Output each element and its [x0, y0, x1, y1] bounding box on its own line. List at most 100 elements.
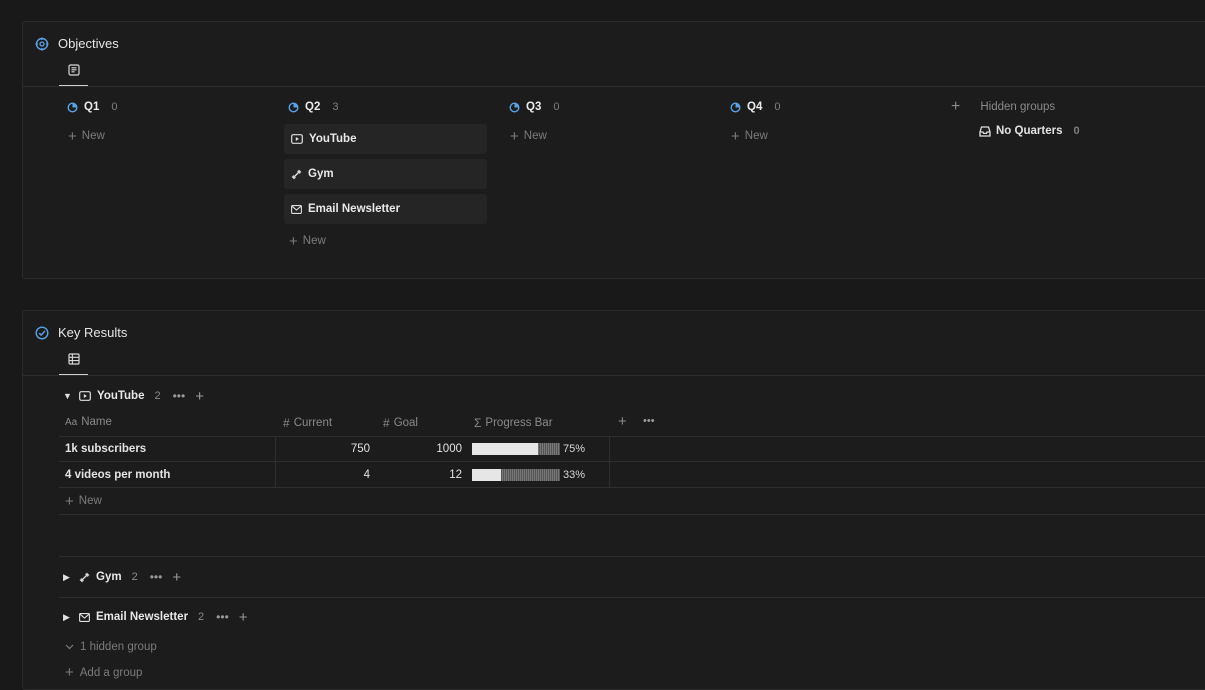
board-column-q4: Q4 0 + New: [730, 98, 780, 145]
more-options-icon[interactable]: •••: [643, 415, 655, 427]
card-label: Email Newsletter: [308, 203, 401, 215]
column-header-goal[interactable]: # Goal: [383, 416, 418, 430]
column-title: Q4: [747, 101, 763, 113]
cell-current[interactable]: 750: [276, 436, 374, 461]
column-header-current[interactable]: # Current: [283, 416, 332, 430]
check-circle-icon: [35, 325, 49, 340]
column-count: 3: [332, 101, 339, 113]
column-header-q3[interactable]: Q3 0: [509, 98, 559, 116]
group-header-gym: ▶ Gym 2 ••• +: [63, 568, 181, 586]
new-card-button[interactable]: + New: [289, 232, 487, 250]
plus-icon: +: [510, 127, 519, 145]
card-list: YouTube Gym Email Newsletter: [284, 124, 487, 224]
board-column-q1: Q1 0 + New: [67, 98, 117, 145]
expand-toggle[interactable]: ▶: [63, 612, 73, 623]
number-property-icon: #: [283, 416, 290, 430]
objective-card-gym[interactable]: Gym: [284, 159, 487, 189]
cell-name[interactable]: 4 videos per month: [65, 462, 276, 487]
key-results-panel: Key Results ▼ YouTube 2 ••• + Aa Name # …: [22, 310, 1205, 690]
progress-percent: 33%: [563, 468, 586, 481]
column-header-q4[interactable]: Q4 0: [730, 98, 780, 116]
text-property-icon: Aa: [65, 416, 78, 428]
progress-bar: [472, 468, 560, 481]
cell-goal[interactable]: 1000: [374, 436, 464, 461]
progress-bar-fill: [472, 442, 538, 455]
objectives-divider: [23, 86, 1205, 87]
cell-progress[interactable]: 33%: [472, 462, 610, 487]
hidden-groups-header: + Hidden groups: [951, 98, 1080, 116]
collapse-toggle[interactable]: ▼: [63, 391, 73, 401]
objective-card-youtube[interactable]: YouTube: [284, 124, 487, 154]
add-row-button[interactable]: +: [172, 570, 181, 585]
objectives-title[interactable]: Objectives: [58, 36, 119, 51]
cell-progress[interactable]: 75%: [472, 436, 610, 461]
column-title: Q1: [84, 101, 100, 113]
table-view-icon: [67, 353, 80, 365]
column-header-progress[interactable]: Σ Progress Bar: [474, 416, 553, 430]
group-count: 2: [198, 611, 205, 623]
group-divider: [59, 514, 1205, 515]
new-card-button[interactable]: + New: [68, 127, 117, 145]
group-divider: [59, 597, 1205, 598]
board-column-q3: Q3 0 + New: [509, 98, 559, 145]
more-options-icon[interactable]: •••: [216, 610, 229, 624]
group-header-youtube: ▼ YouTube 2 ••• +: [63, 387, 204, 405]
target-icon: [35, 37, 49, 51]
new-label: New: [81, 130, 105, 142]
hidden-groups-column: + Hidden groups No Quarters 0: [951, 98, 1080, 138]
key-results-title[interactable]: Key Results: [58, 325, 127, 340]
new-label: New: [744, 130, 768, 142]
group-label[interactable]: Gym: [96, 571, 122, 583]
more-options-icon[interactable]: •••: [173, 389, 186, 403]
more-options-icon[interactable]: •••: [150, 570, 163, 584]
group-label[interactable]: Email Newsletter: [96, 611, 188, 623]
new-label: New: [523, 130, 547, 142]
hidden-group-label: No Quarters: [996, 125, 1063, 137]
play-icon: [79, 391, 91, 401]
quarter-icon: [509, 101, 520, 113]
add-property-button[interactable]: +: [618, 414, 627, 429]
board-view-tab[interactable]: [59, 64, 88, 87]
expand-toggle[interactable]: ▶: [63, 572, 73, 583]
column-header-q2[interactable]: Q2 3: [288, 98, 487, 116]
column-header-q1[interactable]: Q1 0: [67, 98, 117, 116]
add-row-button[interactable]: +: [239, 610, 248, 625]
dumbbell-icon: [291, 169, 302, 180]
objective-card-email-newsletter[interactable]: Email Newsletter: [284, 194, 487, 224]
cell-name[interactable]: 1k subscribers: [65, 436, 276, 461]
mail-icon: [291, 204, 302, 214]
board-column-q2: Q2 3 YouTube Gym Email Newsletter + New: [284, 98, 487, 250]
column-header-name[interactable]: Aa Name: [65, 416, 112, 428]
quarter-icon: [67, 101, 78, 113]
table-view-tab[interactable]: [59, 353, 88, 376]
objectives-panel: Objectives Q1 0 + New Q2 3 YouTube Gym E…: [22, 21, 1205, 279]
new-row-button[interactable]: + New: [65, 492, 102, 510]
board-view-icon: [67, 64, 80, 76]
new-card-button[interactable]: + New: [731, 127, 780, 145]
column-title: Q3: [526, 101, 542, 113]
new-card-button[interactable]: + New: [510, 127, 559, 145]
cell-goal[interactable]: 12: [374, 462, 464, 487]
column-label: Name: [81, 416, 112, 428]
group-label[interactable]: YouTube: [97, 390, 144, 402]
quarter-icon: [288, 101, 299, 113]
add-group-button[interactable]: +: [951, 99, 960, 115]
hidden-group-label: 1 hidden group: [80, 641, 157, 653]
progress-bar-fill: [472, 468, 502, 481]
cell-current[interactable]: 4: [276, 462, 374, 487]
table-row[interactable]: 1k subscribers 750 1000 75%: [59, 436, 1205, 462]
column-count: 0: [111, 101, 118, 113]
add-row-button[interactable]: +: [195, 389, 204, 404]
group-header-email-newsletter: ▶ Email Newsletter 2 ••• +: [63, 608, 248, 626]
hidden-groups-toggle[interactable]: 1 hidden group: [65, 641, 157, 653]
table-row[interactable]: 4 videos per month 4 12 33%: [59, 462, 1205, 488]
plus-icon: +: [731, 127, 740, 145]
column-label: Goal: [393, 417, 418, 429]
dumbbell-icon: [79, 572, 90, 583]
column-label: Progress Bar: [485, 417, 553, 429]
objectives-header: Objectives: [35, 36, 119, 51]
add-group-label: Add a group: [79, 666, 143, 679]
formula-icon: Σ: [474, 416, 482, 430]
group-count: 2: [154, 390, 161, 402]
hidden-group-no-quarters[interactable]: No Quarters 0: [979, 125, 1080, 137]
